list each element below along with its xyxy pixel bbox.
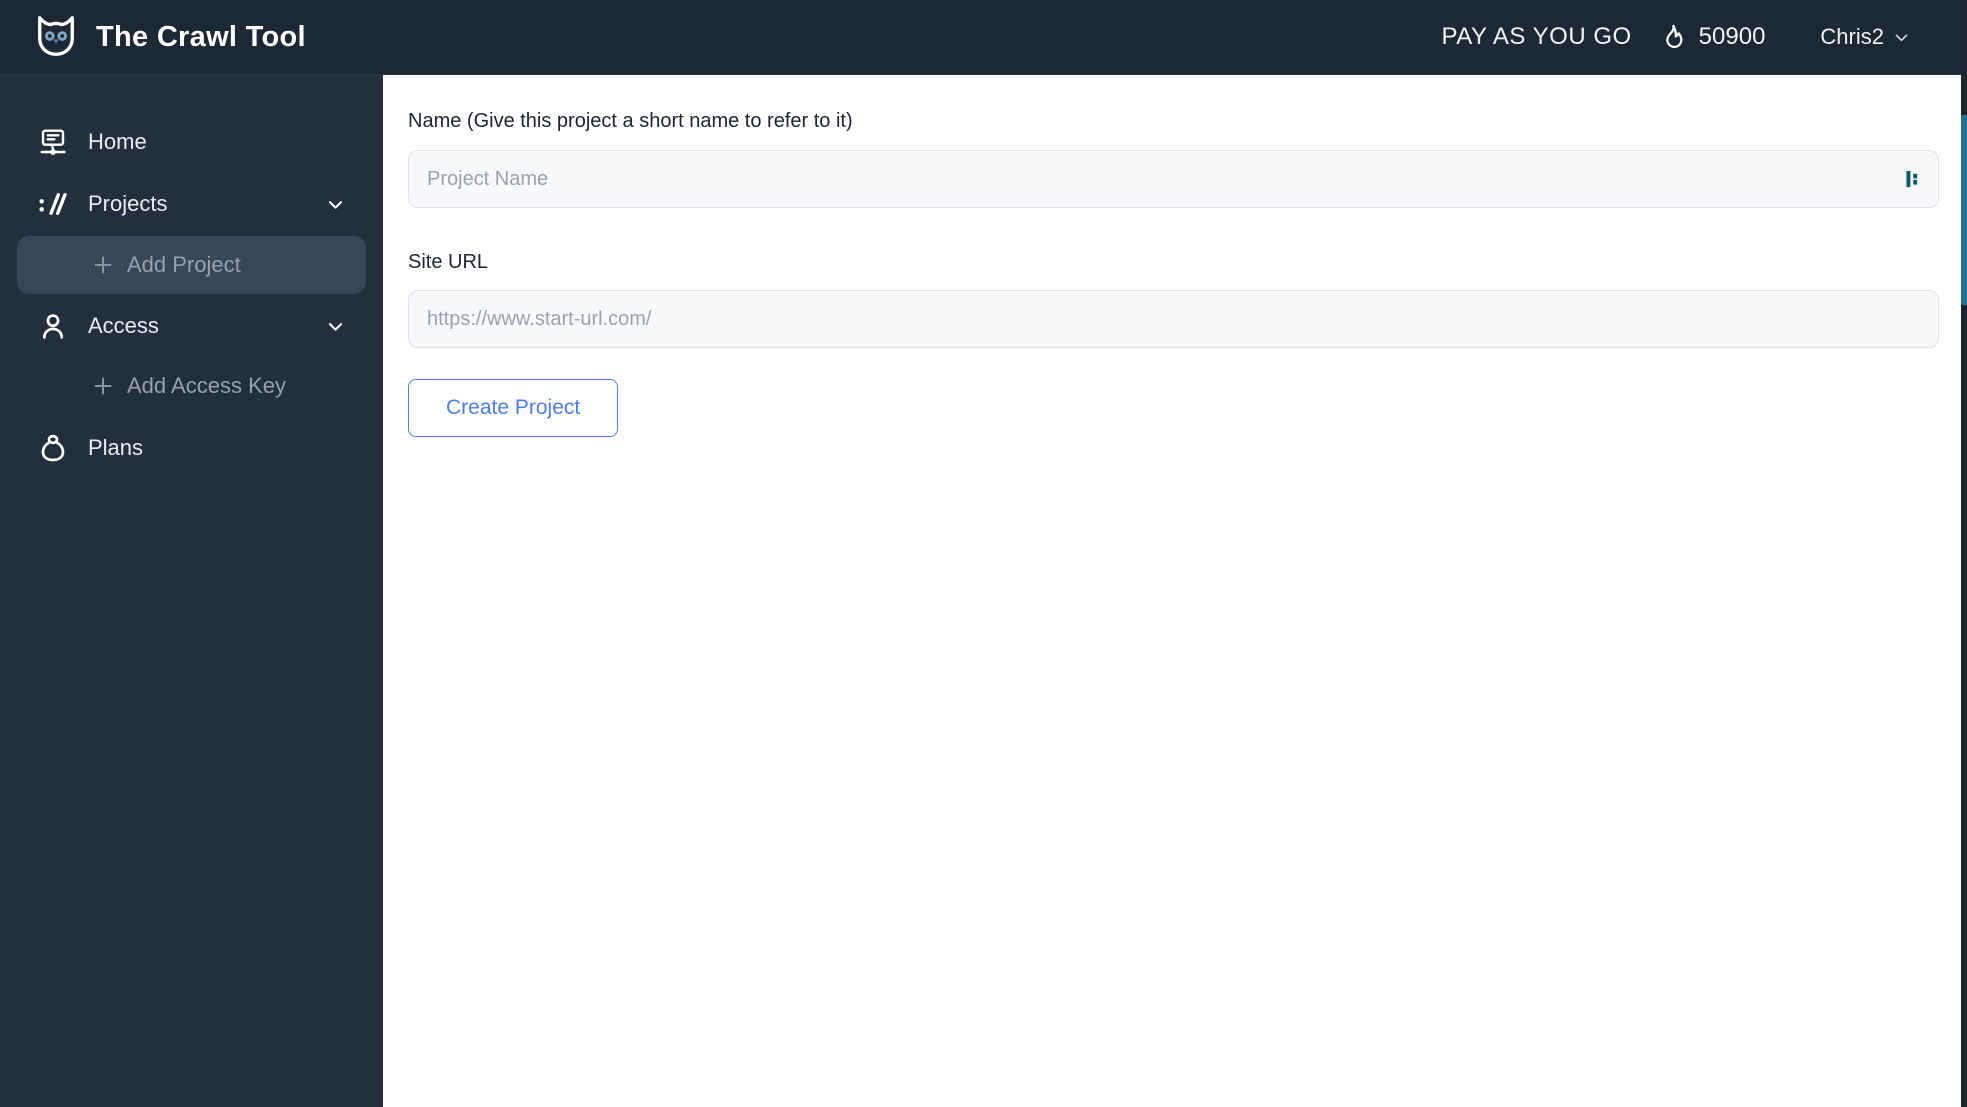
sidebar-item-projects[interactable]: Projects [0,182,383,226]
username: Chris2 [1820,24,1884,49]
project-name-input[interactable] [408,150,1939,208]
money-bag-icon [36,432,70,464]
sidebar-item-label: Add Access Key [127,373,286,398]
sidebar-item-access[interactable]: Access [0,304,383,348]
flame-icon [1658,23,1686,51]
project-name-label: Name (Give this project a short name to … [408,110,853,132]
app-root: The Crawl Tool PAY AS YOU GO 50900 Chris… [0,0,1967,1107]
page-scrollbar[interactable] [1961,0,1967,1107]
sidebar-item-label: Access [88,313,159,338]
create-project-button[interactable]: Create Project [408,379,619,437]
sidebar: Home Projects Add Project Access Add Acc… [0,75,383,1107]
chevron-down-icon[interactable] [326,195,345,214]
sidebar-item-label: Plans [88,435,144,460]
user-menu[interactable]: Chris2 [1820,24,1910,50]
sidebar-item-label: Home [88,129,147,154]
plus-icon [91,374,115,398]
chevron-down-icon [1893,29,1910,46]
credits-count: 50900 [1698,23,1766,50]
plus-icon [91,253,115,277]
owl-logo-icon [33,14,79,60]
sidebar-item-label: Projects [88,191,168,216]
site-url-label: Site URL [408,251,489,273]
site-url-input-wrap [408,290,1939,348]
sidebar-item-plans[interactable]: Plans [0,426,383,470]
app-header: The Crawl Tool PAY AS YOU GO 50900 Chris… [0,0,1967,75]
password-manager-autofill-icon[interactable] [1901,167,1925,191]
project-name-input-wrap [408,150,1939,208]
person-icon [36,310,70,342]
app-title: The Crawl Tool [96,20,306,53]
header-right: PAY AS YOU GO 50900 Chris2 [1442,23,1910,51]
scrollbar-thumb[interactable] [1961,115,1967,305]
plan-label: PAY AS YOU GO [1441,23,1632,50]
url-protocol-icon [36,188,70,220]
sidebar-item-add-access-key[interactable]: Add Access Key [17,366,366,406]
add-project-form: Name (Give this project a short name to … [383,75,1967,1107]
sidebar-item-home[interactable]: Home [0,120,383,164]
chevron-down-icon[interactable] [326,317,345,336]
sidebar-item-add-project[interactable]: Add Project [17,236,366,294]
brand[interactable]: The Crawl Tool [33,14,306,60]
sitemap-screen-icon [36,126,70,158]
site-url-input[interactable] [408,290,1939,348]
sidebar-item-label: Add Project [127,252,241,277]
